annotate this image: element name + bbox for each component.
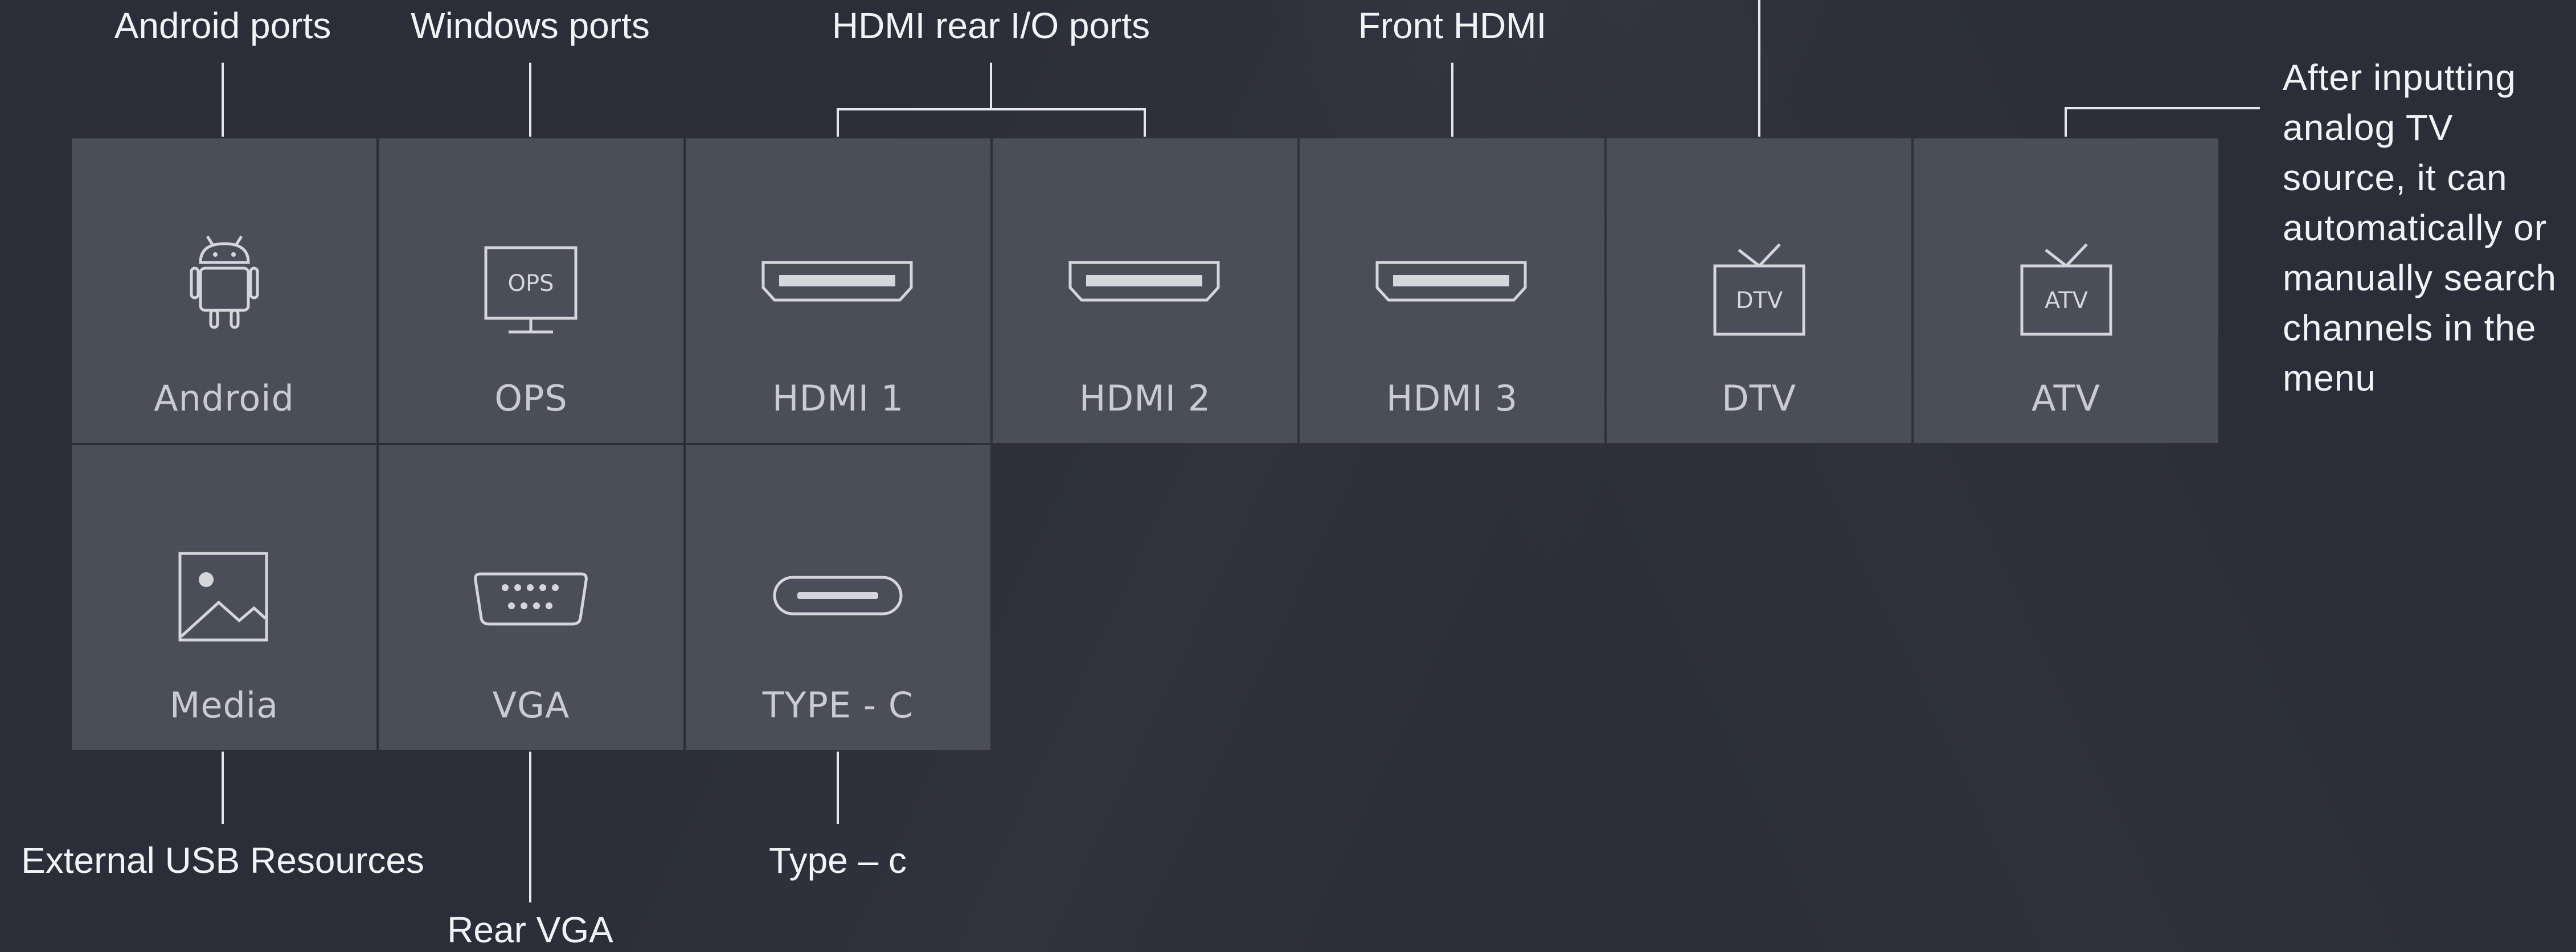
callout-hdmi-rear: HDMI rear I/O ports [832, 5, 1150, 46]
source-tile-android[interactable]: Android [72, 138, 376, 443]
source-label: VGA [492, 684, 570, 726]
source-label: Android [154, 377, 294, 419]
source-tile-media[interactable]: Media [72, 445, 376, 750]
source-tile-vga[interactable]: VGA [379, 445, 683, 750]
connector-atv [2065, 107, 2260, 137]
callout-atv-note: After inputting analog TV source, it can… [2283, 57, 2557, 399]
source-label: DTV [1721, 377, 1797, 419]
source-tile-typec[interactable]: TYPE - C [686, 445, 990, 750]
callout-android-ports: Android ports [114, 5, 331, 46]
callout-windows-ports: Windows ports [411, 5, 650, 46]
ops-icon-text: OPS [508, 270, 554, 297]
connector-hdmi-rear-bracket [837, 108, 1146, 137]
source-tile-hdmi3[interactable]: HDMI 3 [1300, 138, 1604, 443]
source-label: HDMI 1 [772, 377, 904, 419]
source-label: Media [169, 684, 279, 726]
source-label: HDMI 3 [1386, 377, 1518, 419]
source-tile-ops[interactable]: OPS OPS [379, 138, 683, 443]
source-label: ATV [2032, 377, 2100, 419]
callout-type-c: Type – c [769, 840, 907, 881]
source-tile-hdmi2[interactable]: HDMI 2 [993, 138, 1297, 443]
callout-front-hdmi: Front HDMI [1358, 5, 1547, 46]
callout-rear-vga: Rear VGA [447, 909, 613, 950]
source-tile-atv[interactable]: ATV ATV [1914, 138, 2218, 443]
callout-external-usb: External USB Resources [21, 840, 424, 881]
source-label: OPS [494, 377, 568, 419]
source-label: HDMI 2 [1079, 377, 1211, 419]
dtv-icon-text: DTV [1736, 288, 1783, 314]
source-tile-hdmi1[interactable]: HDMI 1 [686, 138, 990, 443]
source-label: TYPE - C [762, 684, 914, 726]
atv-icon-text: ATV [2045, 288, 2088, 314]
source-tile-dtv[interactable]: DTV DTV [1607, 138, 1911, 443]
